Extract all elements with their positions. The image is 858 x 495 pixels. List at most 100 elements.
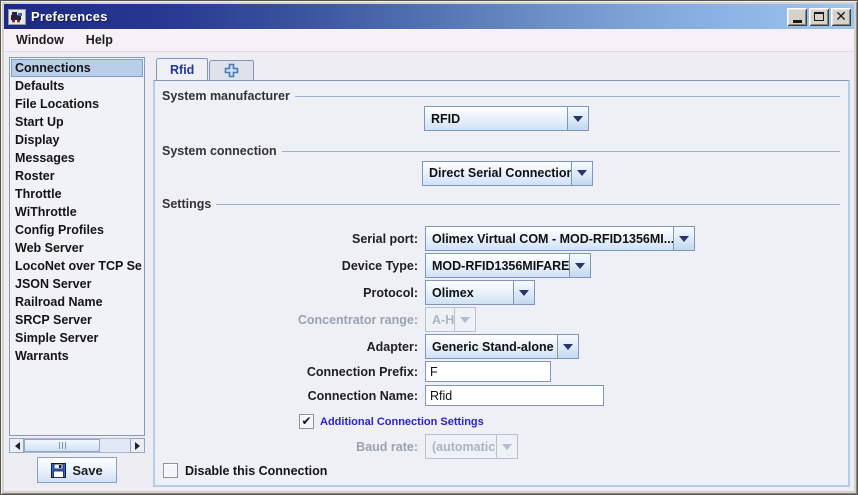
window-title: Preferences bbox=[31, 9, 787, 24]
system-manufacturer-combo[interactable]: RFID bbox=[424, 106, 589, 131]
protocol-value: Olimex bbox=[425, 280, 514, 305]
serial-port-value: Olimex Virtual COM - MOD-RFID1356MI... bbox=[425, 226, 674, 251]
adapter-value: Generic Stand-alone bbox=[425, 334, 558, 359]
save-button-label: Save bbox=[72, 463, 102, 478]
section-settings: Settings bbox=[162, 197, 840, 211]
tab-add-connection[interactable] bbox=[209, 60, 254, 80]
concentrator-range-label: Concentrator range: bbox=[162, 313, 425, 327]
baud-rate-value: (automatic) bbox=[425, 434, 497, 459]
disable-connection-label: Disable this Connection bbox=[185, 464, 327, 478]
protocol-label: Protocol: bbox=[162, 286, 425, 300]
connection-config-panel: System manufacturer RFID System connecti… bbox=[153, 80, 850, 487]
disable-connection-row: Disable this Connection bbox=[162, 461, 840, 480]
chevron-down-icon[interactable] bbox=[673, 226, 695, 251]
sidebar-item-defaults[interactable]: Defaults bbox=[11, 77, 143, 95]
sidebar-item-srcp-server[interactable]: SRCP Server bbox=[11, 311, 143, 329]
scroll-left-button[interactable] bbox=[9, 438, 24, 453]
save-button[interactable]: Save bbox=[37, 457, 117, 483]
additional-settings-label: Additional Connection Settings bbox=[320, 416, 484, 428]
maximize-icon bbox=[814, 12, 824, 21]
sidebar-item-simple-server[interactable]: Simple Server bbox=[11, 329, 143, 347]
scroll-right-button[interactable] bbox=[130, 438, 145, 453]
content-area: Connections Defaults File Locations Star… bbox=[4, 52, 854, 491]
section-title: Settings bbox=[162, 197, 211, 211]
section-title: System connection bbox=[162, 144, 277, 158]
section-system-manufacturer: System manufacturer bbox=[162, 89, 840, 103]
chevron-down-icon bbox=[454, 307, 476, 332]
sidebar-item-messages[interactable]: Messages bbox=[11, 149, 143, 167]
minimize-icon bbox=[793, 20, 802, 23]
protocol-combo[interactable]: Olimex bbox=[425, 280, 535, 305]
sidebar-item-display[interactable]: Display bbox=[11, 131, 143, 149]
device-type-row: Device Type: MOD-RFID1356MIFARE bbox=[162, 253, 840, 278]
sidebar: Connections Defaults File Locations Star… bbox=[9, 57, 145, 487]
tab-rfid[interactable]: Rfid bbox=[156, 58, 208, 80]
sidebar-item-loconet-over-tcp[interactable]: LocoNet over TCP Server bbox=[11, 257, 143, 275]
system-manufacturer-value: RFID bbox=[424, 106, 568, 131]
serial-port-combo[interactable]: Olimex Virtual COM - MOD-RFID1356MI... bbox=[425, 226, 695, 251]
chevron-down-icon[interactable] bbox=[557, 334, 579, 359]
close-icon: ✕ bbox=[835, 9, 847, 23]
sidebar-item-withrottle[interactable]: WiThrottle bbox=[11, 203, 143, 221]
add-tab-plus-icon bbox=[224, 63, 239, 78]
protocol-row: Protocol: Olimex bbox=[162, 280, 840, 305]
system-connection-combo[interactable]: Direct Serial Connection bbox=[422, 161, 593, 186]
section-rule bbox=[295, 96, 840, 97]
chevron-down-icon[interactable] bbox=[569, 253, 591, 278]
sidebar-item-roster[interactable]: Roster bbox=[11, 167, 143, 185]
tab-rfid-label: Rfid bbox=[170, 63, 194, 77]
menu-help[interactable]: Help bbox=[83, 31, 116, 49]
sidebar-item-json-server[interactable]: JSON Server bbox=[11, 275, 143, 293]
scrollbar-track[interactable] bbox=[24, 438, 130, 453]
chevron-down-icon[interactable] bbox=[513, 280, 535, 305]
sidebar-item-connections[interactable]: Connections bbox=[11, 59, 143, 77]
maximize-button[interactable] bbox=[809, 8, 829, 26]
concentrator-range-value: A-H bbox=[425, 307, 455, 332]
scroll-right-arrow-icon bbox=[135, 442, 144, 450]
sidebar-item-config-profiles[interactable]: Config Profiles bbox=[11, 221, 143, 239]
additional-settings-row: Additional Connection Settings bbox=[299, 414, 840, 429]
adapter-label: Adapter: bbox=[162, 340, 425, 354]
sidebar-item-railroad-name[interactable]: Railroad Name bbox=[11, 293, 143, 311]
floppy-disk-icon bbox=[51, 463, 66, 478]
connection-name-label: Connection Name: bbox=[162, 389, 425, 403]
preferences-nav-list: Connections Defaults File Locations Star… bbox=[9, 57, 145, 436]
baud-rate-combo: (automatic) bbox=[425, 434, 518, 459]
serial-port-row: Serial port: Olimex Virtual COM - MOD-RF… bbox=[162, 226, 840, 251]
serial-port-label: Serial port: bbox=[162, 232, 425, 246]
chevron-down-icon[interactable] bbox=[571, 161, 593, 186]
section-system-connection: System connection bbox=[162, 144, 840, 158]
connection-name-input[interactable] bbox=[425, 385, 604, 406]
section-rule bbox=[282, 151, 840, 152]
connection-prefix-input[interactable] bbox=[425, 361, 551, 382]
menu-bar: Window Help bbox=[4, 29, 854, 52]
device-type-label: Device Type: bbox=[162, 259, 425, 273]
device-type-combo[interactable]: MOD-RFID1356MIFARE bbox=[425, 253, 591, 278]
chevron-down-icon bbox=[496, 434, 518, 459]
adapter-combo[interactable]: Generic Stand-alone bbox=[425, 334, 579, 359]
menu-window[interactable]: Window bbox=[13, 31, 67, 49]
title-bar: Preferences ✕ bbox=[4, 4, 854, 29]
connection-prefix-row: Connection Prefix: bbox=[162, 361, 840, 382]
close-button[interactable]: ✕ bbox=[831, 8, 851, 26]
sidebar-item-warrants[interactable]: Warrants bbox=[11, 347, 143, 365]
additional-settings-checkbox[interactable] bbox=[299, 414, 314, 429]
sidebar-item-start-up[interactable]: Start Up bbox=[11, 113, 143, 131]
concentrator-range-row: Concentrator range: A-H bbox=[162, 307, 840, 332]
sidebar-item-throttle[interactable]: Throttle bbox=[11, 185, 143, 203]
minimize-button[interactable] bbox=[787, 8, 807, 26]
scrollbar-thumb[interactable] bbox=[24, 439, 100, 452]
disable-connection-checkbox[interactable] bbox=[163, 463, 178, 478]
sidebar-horizontal-scrollbar[interactable] bbox=[9, 438, 145, 453]
preferences-window: Preferences ✕ Window Help Connections De… bbox=[0, 0, 858, 495]
baud-rate-row: Baud rate: (automatic) bbox=[162, 434, 840, 459]
section-title: System manufacturer bbox=[162, 89, 290, 103]
sidebar-item-file-locations[interactable]: File Locations bbox=[11, 95, 143, 113]
main-panel: Rfid System manufacturer bbox=[153, 57, 850, 487]
baud-rate-label: Baud rate: bbox=[162, 440, 425, 454]
connection-name-row: Connection Name: bbox=[162, 385, 840, 406]
section-rule bbox=[216, 204, 840, 205]
connection-prefix-label: Connection Prefix: bbox=[162, 365, 425, 379]
sidebar-item-web-server[interactable]: Web Server bbox=[11, 239, 143, 257]
chevron-down-icon[interactable] bbox=[567, 106, 589, 131]
